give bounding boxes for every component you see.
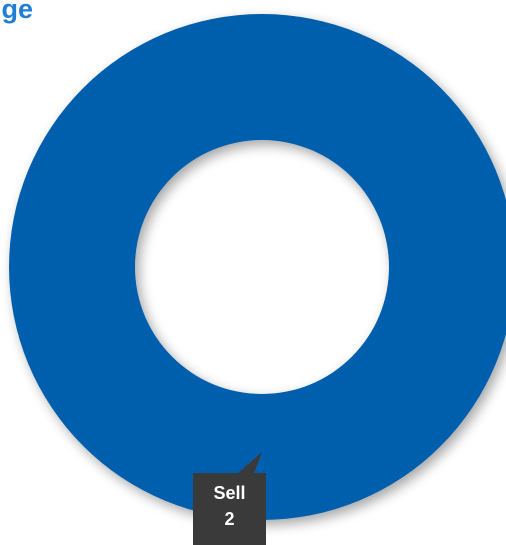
chart-page: ige Sell2 <box>0 0 506 545</box>
donut-slices <box>9 14 506 520</box>
data-label-category: Sell <box>213 483 245 503</box>
donut-chart: Sell 2 <box>9 14 506 545</box>
data-label-value: 2 <box>224 509 234 529</box>
slice-sell <box>9 14 506 520</box>
